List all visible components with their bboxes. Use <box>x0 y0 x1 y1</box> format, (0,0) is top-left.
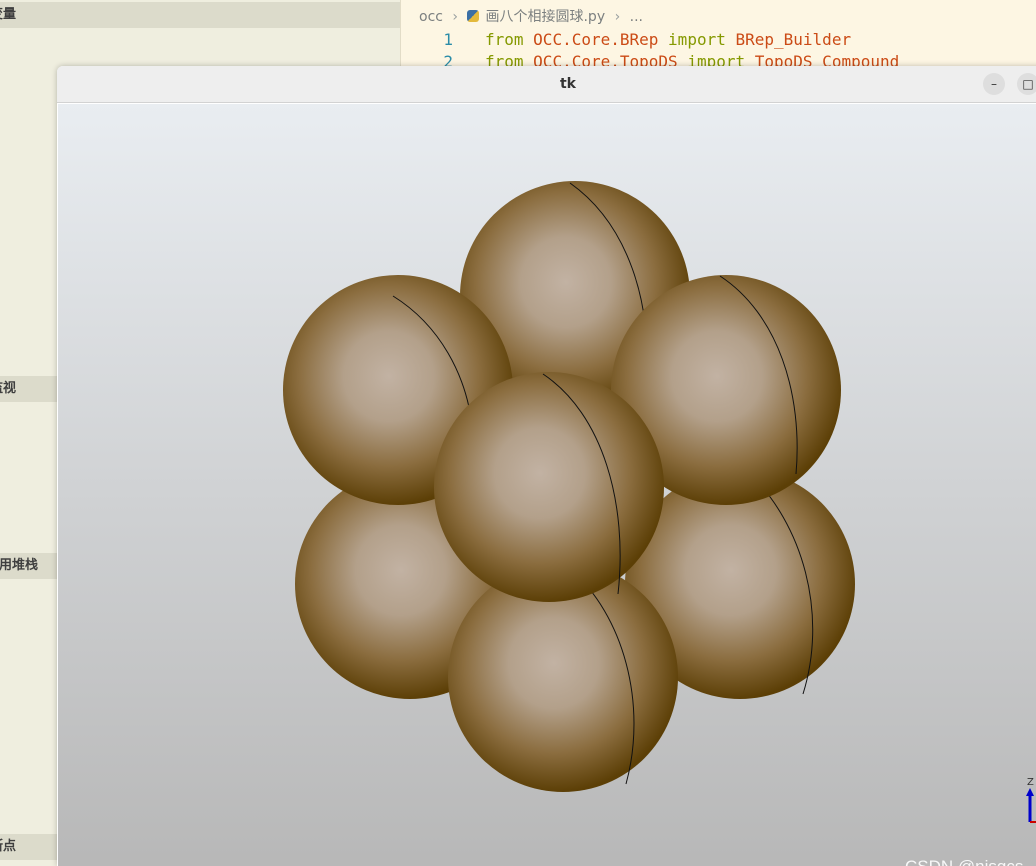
axis-label-z: Z <box>1027 777 1034 788</box>
maximize-icon: □ <box>1022 77 1034 91</box>
window-title: tk <box>559 76 576 92</box>
line-number: 1 <box>443 30 453 49</box>
breadcrumb-folder[interactable]: occ <box>419 9 443 25</box>
python-file-icon <box>467 10 480 22</box>
sidebar-section-variables[interactable]: 变量 <box>0 2 400 28</box>
maximize-button[interactable]: □ <box>1017 73 1036 95</box>
window-titlebar[interactable]: tk – □ <box>57 66 1036 103</box>
code-editor[interactable]: occ › 画八个相接圆球.py › ... 1 from OCC.Core.BR… <box>400 0 1036 71</box>
chevron-right-icon: › <box>614 9 621 25</box>
sphere <box>434 372 664 602</box>
sidebar-section-label: 调用堆栈 <box>0 558 39 573</box>
breadcrumb-more[interactable]: ... <box>630 9 643 25</box>
chevron-right-icon: › <box>452 9 459 25</box>
3d-viewport[interactable]: Z CSDN @njsgcs <box>58 104 1036 866</box>
sidebar-section-label: 断点 <box>0 839 17 854</box>
breadcrumb-file[interactable]: 画八个相接圆球.py <box>485 9 605 25</box>
axis-triad: Z <box>1026 777 1036 823</box>
import-name: BRep_Builder <box>735 30 852 49</box>
keyword-import: import <box>668 30 726 49</box>
watermark: CSDN @njsgcs <box>905 857 1023 866</box>
minimize-icon: – <box>991 77 997 91</box>
sidebar-section-label: 变量 <box>0 7 17 22</box>
module-name: OCC.Core.BRep <box>533 30 659 49</box>
code-line-1[interactable]: 1 from OCC.Core.BRep import BRep_Builder <box>401 29 851 51</box>
keyword-from: from <box>485 30 524 49</box>
breadcrumb: occ › 画八个相接圆球.py › ... <box>419 6 643 26</box>
tk-window: tk – □ Z <box>57 66 1036 866</box>
sidebar-section-label: 监视 <box>0 381 17 396</box>
minimize-button[interactable]: – <box>983 73 1005 95</box>
sphere-scene: Z <box>283 181 1036 823</box>
